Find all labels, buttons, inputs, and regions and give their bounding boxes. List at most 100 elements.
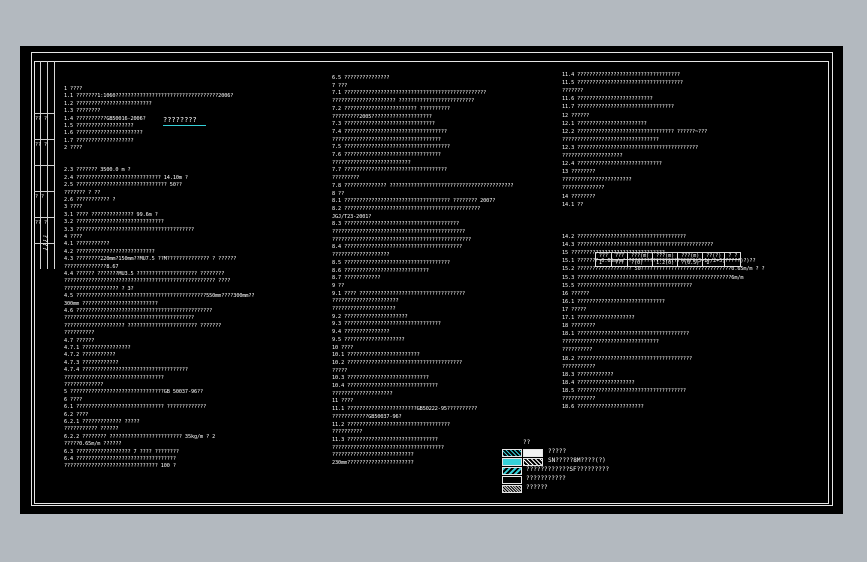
note-line: 15.3 ???????????????????????????????????… — [562, 274, 744, 281]
hatch-pattern-icon — [502, 449, 522, 457]
note-line: ????????????????????????????????????? — [332, 444, 444, 451]
note-line: 7.5 ??????????????????????????????????? — [332, 144, 450, 151]
note-line: 2.5 ?????????????????????????????? 50?? — [64, 182, 182, 189]
note-line: 10.2 ???????????????????????????????????… — [332, 359, 462, 366]
note-line: ??????????? ?????? — [64, 426, 119, 433]
note-line: 300mm ????????????????????????? — [64, 300, 158, 307]
note-line: ????? — [332, 367, 348, 374]
note-line: 9.4 ??????????????? — [332, 329, 390, 336]
note-line: ??????????????????? — [332, 252, 390, 259]
note-line: 3.1 ???? ?????????????? 99.6m ? — [64, 211, 158, 218]
note-line: ?????????2005???????????????????? — [332, 113, 432, 120]
note-line: ???????????????????????????????????? — [332, 136, 441, 143]
note-line: ?????????? — [332, 429, 363, 436]
table-cell: ?(0.5) — [677, 259, 704, 267]
note-line: 18.6 ?????????????????????? — [562, 404, 644, 411]
note-line: 8.5 ??????????????????????????????????? — [332, 259, 450, 266]
note-line: 11.1 ???????????????????????GB50222-95??… — [332, 406, 478, 413]
note-line: 17.1 ??????????????????? — [562, 315, 635, 321]
parameter-table: ??? ??? ???(m) ???(m) ???(m) ??(?) ? ? 1… — [594, 252, 742, 267]
note-line: 11.6 ????????????????????????? — [562, 96, 653, 103]
note-line: 4.5 ????????????????????????????????????… — [64, 293, 255, 300]
note-line: 4.7.4 ??????????????????????????????????… — [64, 367, 188, 374]
legend-title: ?? — [523, 439, 531, 446]
note-line: ???????????????????????????????? — [562, 136, 659, 143]
strip-label: ? ? — [35, 194, 45, 200]
note-line: 9.5 ???????????????????? — [332, 336, 405, 343]
table-cell — [724, 259, 742, 267]
note-line: 4 ???? — [64, 234, 83, 240]
note-line: 7.2 ???????????????????????? ?????????? — [332, 105, 450, 112]
note-line: ?????????????????? ? 3? — [64, 285, 134, 292]
note-line: 1.6 ?????????????????????? — [64, 130, 143, 137]
title-underline — [163, 125, 206, 126]
note-line: 2.4 ???????????????????????????? 14.10m … — [64, 174, 188, 181]
note-line: 1.4 ??????????GB50016-2006? — [64, 115, 146, 122]
drawing-canvas: ?? ? ?? ? ? ? ?? ? ???? ???????? 1 ???? 1… — [20, 46, 843, 514]
table-cell: 1 — [702, 259, 726, 267]
note-line: ????????????????????????????????????????… — [332, 229, 466, 235]
legend-label: ????? — [548, 448, 567, 455]
note-line: ????????????????????????????????????????… — [64, 278, 231, 285]
note-line: 11.2 ?????????????????????????????????? — [332, 421, 450, 428]
note-line: 13 ???????? — [562, 169, 596, 176]
legend-label: ??????????? — [526, 475, 566, 482]
note-line: ????????????????????????????????? — [64, 374, 164, 381]
legend-label: SN?????8M????(?) — [548, 457, 606, 464]
note-line: ????????? — [332, 175, 360, 182]
note-line: 8.3 ????????????????????????????????????… — [332, 221, 459, 228]
note-line: 6.2.2 ???????? ???????????????????????? … — [64, 433, 216, 440]
note-line: 3.2 ????????????????????????????? — [64, 219, 164, 226]
note-line: 14 ???????? — [562, 193, 596, 200]
note-line: ?????????????????????? — [332, 298, 399, 305]
note-line: 15.2 ?????????????????? 50??????????????… — [562, 266, 765, 273]
note-line: ?????????? — [64, 330, 95, 337]
note-line: ??????????????????????????? — [332, 452, 414, 459]
page-title: ???????? — [163, 116, 197, 124]
note-line: 9.2 ????????????????????? — [332, 313, 408, 320]
note-line: 18.5 ???????????????????????????????????… — [562, 387, 686, 394]
table-cell: 1.2(0) — [652, 259, 679, 267]
note-line: ??????????? — [562, 396, 596, 402]
note-line: ????????????? — [64, 382, 104, 388]
note-line: ????????????????????????????????????????… — [64, 315, 194, 322]
note-line: 18.3 ???????????? — [562, 371, 614, 378]
note-line: 4.7 ?????? — [64, 337, 95, 344]
note-line: ???????????????????? ???????????????????… — [64, 322, 222, 329]
note-line: JGJ/T23-2001? — [332, 213, 372, 220]
note-line: 10.4 ?????????????????????????????? — [332, 383, 438, 389]
table-cell: ?(0) — [627, 259, 654, 267]
note-line: ???????????????????????????????? — [562, 339, 659, 346]
note-line: 12.2 ???????????????????????????????? ??… — [562, 128, 708, 135]
table-header-cell: ???(m) — [627, 252, 654, 260]
note-line: 4.7.2 ??????????? — [64, 352, 116, 359]
note-line: 8.6 ???????????????????????????? — [332, 267, 429, 274]
cyan-block-icon — [502, 458, 522, 466]
note-line: 2.6 ??????????? ? — [64, 197, 116, 203]
note-line: 7.1 ????????????????????????????????????… — [332, 90, 487, 97]
note-line: 8 ?? — [332, 190, 345, 197]
note-line: ??????????????????????????????? 100 ? — [64, 463, 176, 470]
note-line: 4.2 ?????????????????????????? — [64, 248, 155, 255]
note-line: 11.7 ???????????????????????????????? — [562, 104, 674, 111]
note-line: 6.4 ????????????????????????????????? — [64, 456, 176, 462]
note-line: 10.3 ??????????????????????????? — [332, 375, 429, 382]
note-line: 4.4 ?????? ???????MU3.5 ????????????????… — [64, 271, 225, 277]
note-line: ????????????????????? ??????????????????… — [332, 98, 475, 105]
note-line: 7 ??? — [332, 82, 348, 89]
table-header-cell: ? ? — [724, 252, 742, 260]
outline-box-icon — [502, 476, 522, 484]
note-line: 14.1 ?? — [562, 201, 584, 208]
note-line: 4.1 ??????????? — [64, 241, 110, 248]
note-line: 18.2 ???????????????????????????????????… — [562, 355, 692, 362]
table-header-cell: ??(?) — [702, 252, 726, 260]
note-line: 9 ?? — [332, 282, 345, 289]
table-row: 1 ??? ?(0) 1.2(0) ?(0.5) 1 — [594, 259, 742, 267]
table-header-cell: ??? — [594, 252, 613, 260]
note-line: ??????????? — [562, 363, 596, 370]
note-line: ??????? ? ?? — [64, 189, 101, 196]
note-line: ?????0.65m/m ?????? — [64, 441, 122, 448]
table-cell: ??? — [611, 259, 629, 267]
note-line: ???????????????????? — [562, 153, 623, 159]
note-line: 7.3 ?????????????????????????????? — [332, 121, 435, 128]
